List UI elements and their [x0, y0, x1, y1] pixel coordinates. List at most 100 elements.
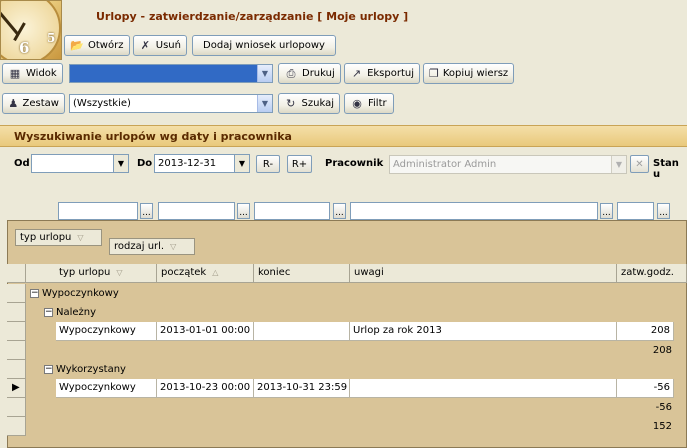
print-button[interactable]: ⎙ Drukuj	[278, 63, 341, 84]
collapse-icon[interactable]: −	[44, 365, 53, 374]
set-select-value: (Wszystkie)	[73, 98, 131, 109]
set-label: Zestaw	[22, 98, 59, 109]
group-by-typ-urlopu[interactable]: typ urlopu ▽	[15, 229, 102, 246]
filter-ellipsis-button[interactable]: ...	[600, 203, 613, 219]
export-label: Eksportuj	[367, 68, 414, 79]
subtotal-row: -56	[7, 398, 687, 417]
chevron-down-icon[interactable]: ▼	[257, 95, 272, 112]
collapse-icon[interactable]: −	[30, 289, 39, 298]
row-header	[7, 303, 26, 322]
clear-employee-button[interactable]: ✕	[630, 155, 649, 173]
calendar-dropdown-icon[interactable]: ▼	[113, 155, 128, 172]
r-plus-button[interactable]: R+	[287, 155, 312, 173]
filter-ellipsis-button[interactable]: ...	[333, 203, 346, 219]
cell-typ[interactable]: Wypoczynkowy	[56, 379, 157, 398]
set-button[interactable]: ♟ Zestaw	[2, 93, 65, 114]
filter-input-godz[interactable]	[617, 202, 654, 220]
group-row[interactable]: − Wykorzystany	[7, 360, 687, 379]
copy-row-button[interactable]: ❐ Kopiuj wiersz	[423, 63, 514, 84]
row-header	[7, 360, 26, 379]
column-header-godz[interactable]: zatw.godz.	[617, 264, 687, 283]
filter-ellipsis-button[interactable]: ...	[657, 203, 670, 219]
search-button[interactable]: ↻ Szukaj	[278, 93, 340, 114]
r-minus-button[interactable]: R-	[256, 155, 280, 173]
copy-row-label: Kopiuj wiersz	[442, 68, 509, 79]
group-label: Wykorzystany	[56, 364, 126, 375]
filter-button[interactable]: ◉ Filtr	[344, 93, 394, 114]
delete-button[interactable]: ✗ Usuń	[133, 35, 187, 56]
to-date-input[interactable]: 2013-12-31 ▼	[154, 154, 250, 173]
open-label: Otwórz	[88, 40, 124, 51]
delete-icon: ✗	[140, 39, 150, 52]
sort-icon: ▽	[116, 268, 123, 277]
cell-uwagi[interactable]: Urlop za rok 2013	[350, 322, 617, 341]
view-button[interactable]: ▦ Widok	[2, 63, 63, 84]
row-header	[7, 417, 26, 436]
filter-input-typ[interactable]	[58, 202, 138, 220]
group-row[interactable]: − Należny	[7, 303, 687, 322]
collapse-icon[interactable]: −	[44, 308, 53, 317]
to-date-value: 2013-12-31	[158, 158, 217, 169]
current-row-icon: ▶	[12, 382, 20, 393]
from-label: Od	[14, 158, 30, 169]
binoculars-icon: ◉	[352, 97, 362, 110]
export-button[interactable]: ↗ Eksportuj	[344, 63, 420, 84]
from-date-input[interactable]: ▼	[31, 154, 129, 173]
employee-select[interactable]: Administrator Admin ▼	[389, 155, 627, 174]
row-header-corner	[7, 264, 26, 283]
sort-icon: ▽	[170, 242, 177, 251]
people-icon: ♟	[8, 97, 19, 110]
column-header-typ[interactable]: typ urlopu ▽	[26, 264, 157, 283]
cell-godz[interactable]: -56	[617, 379, 674, 398]
status-label: Stan u	[653, 158, 679, 180]
cell-uwagi[interactable]	[350, 379, 617, 398]
subtotal-value: 208	[652, 345, 672, 356]
employee-label: Pracownik	[325, 158, 384, 169]
printer-icon: ⎙	[286, 67, 296, 80]
app-logo: 6 5	[0, 0, 62, 60]
cell-typ[interactable]: Wypoczynkowy	[56, 322, 157, 341]
cell-godz[interactable]: 208	[617, 322, 674, 341]
employee-value: Administrator Admin	[393, 159, 497, 170]
chevron-down-icon[interactable]: ▼	[611, 156, 626, 173]
total-row: 152	[7, 417, 687, 436]
cell-koniec[interactable]: 2013-10-31 23:59	[254, 379, 350, 398]
view-label: Widok	[26, 68, 57, 79]
row-header	[7, 398, 26, 417]
chevron-down-icon[interactable]: ▼	[257, 65, 272, 82]
search-panel-heading: Wyszukiwanie urlopów wg daty i pracownik…	[0, 125, 687, 147]
subtotal-value: -56	[655, 402, 672, 413]
table-row[interactable]: Wypoczynkowy 2013-01-01 00:00 Urlop za r…	[7, 322, 687, 341]
row-header	[7, 322, 26, 341]
add-request-button[interactable]: Dodaj wniosek urlopowy	[192, 35, 336, 56]
cell-poczatek[interactable]: 2013-10-23 00:00	[157, 379, 254, 398]
filter-input-uwagi[interactable]	[350, 202, 598, 220]
open-button[interactable]: 📂 Otwórz	[64, 35, 130, 56]
cell-koniec[interactable]	[254, 322, 350, 341]
grid-header: typ urlopu ▽ początek △ koniec uwagi zatw.…	[7, 264, 687, 283]
column-header-poczatek[interactable]: początek △	[157, 264, 254, 283]
to-label: Do	[137, 158, 153, 169]
filter-ellipsis-button[interactable]: ...	[140, 203, 153, 219]
filter-input-koniec[interactable]	[254, 202, 330, 220]
total-value: 152	[652, 421, 672, 432]
group-row[interactable]: − Wypoczynkowy	[7, 284, 687, 303]
sort-ascending-icon: △	[212, 268, 219, 277]
view-select[interactable]: ▼	[69, 64, 273, 83]
filter-input-poczatek[interactable]	[158, 202, 235, 220]
filter-ellipsis-button[interactable]: ...	[237, 203, 250, 219]
row-header: ▶	[7, 379, 26, 398]
table-row[interactable]: ▶ Wypoczynkowy 2013-10-23 00:00 2013-10-…	[7, 379, 687, 398]
add-request-label: Dodaj wniosek urlopowy	[203, 40, 325, 51]
group1-label: typ urlopu	[20, 232, 72, 243]
calendar-dropdown-icon[interactable]: ▼	[234, 155, 249, 172]
column-header-uwagi[interactable]: uwagi	[350, 264, 617, 283]
set-select[interactable]: (Wszystkie) ▼	[69, 94, 273, 113]
group-by-rodzaj[interactable]: rodzaj url. ▽	[109, 238, 195, 255]
view-icon: ▦	[9, 67, 21, 80]
column-header-koniec[interactable]: koniec	[254, 264, 350, 283]
cell-poczatek[interactable]: 2013-01-01 00:00	[157, 322, 254, 341]
filter-label: Filtr	[368, 98, 387, 109]
group-label: Wypoczynkowy	[42, 288, 119, 299]
print-label: Drukuj	[302, 68, 335, 79]
